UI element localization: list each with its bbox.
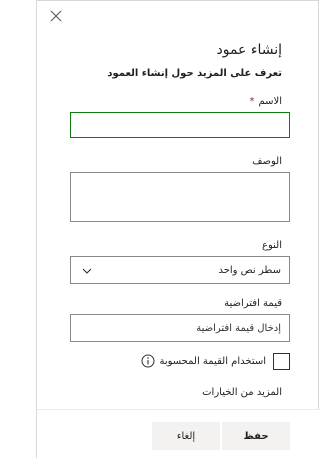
default-value-input[interactable]: إدخال قيمة افتراضية <box>70 314 290 342</box>
type-label: النوع <box>262 240 282 251</box>
save-button[interactable]: حفظ <box>222 422 290 450</box>
panel-title: إنشاء عمود <box>216 42 283 58</box>
type-dropdown[interactable]: سطر نص واحد <box>70 256 290 284</box>
type-dropdown-value: سطر نص واحد <box>218 265 281 276</box>
required-mark: * <box>249 96 255 107</box>
default-value-placeholder: إدخال قيمة افتراضية <box>196 323 281 334</box>
cancel-button[interactable]: إلغاء <box>152 422 220 450</box>
name-label: الاسم <box>258 96 282 107</box>
info-icon[interactable] <box>141 354 155 368</box>
description-input[interactable] <box>70 172 290 222</box>
calculated-value-checkbox[interactable] <box>273 353 290 370</box>
name-input[interactable] <box>70 112 290 138</box>
default-value-label: قيمة افتراضية <box>224 298 282 309</box>
chevron-down-icon <box>82 268 92 274</box>
learn-more-link[interactable]: تعرف على المزيد حول إنشاء العمود <box>107 67 282 81</box>
more-options-link[interactable]: المزيد من الخيارات <box>202 386 282 399</box>
name-label-row: الاسم* <box>249 95 282 108</box>
calculated-value-label: استخدام القيمة المحسوبة <box>159 356 266 367</box>
description-label: الوصف <box>252 156 282 167</box>
close-icon[interactable] <box>48 8 64 24</box>
create-column-panel: إنشاء عمود تعرف على المزيد حول إنشاء الع… <box>36 0 320 460</box>
